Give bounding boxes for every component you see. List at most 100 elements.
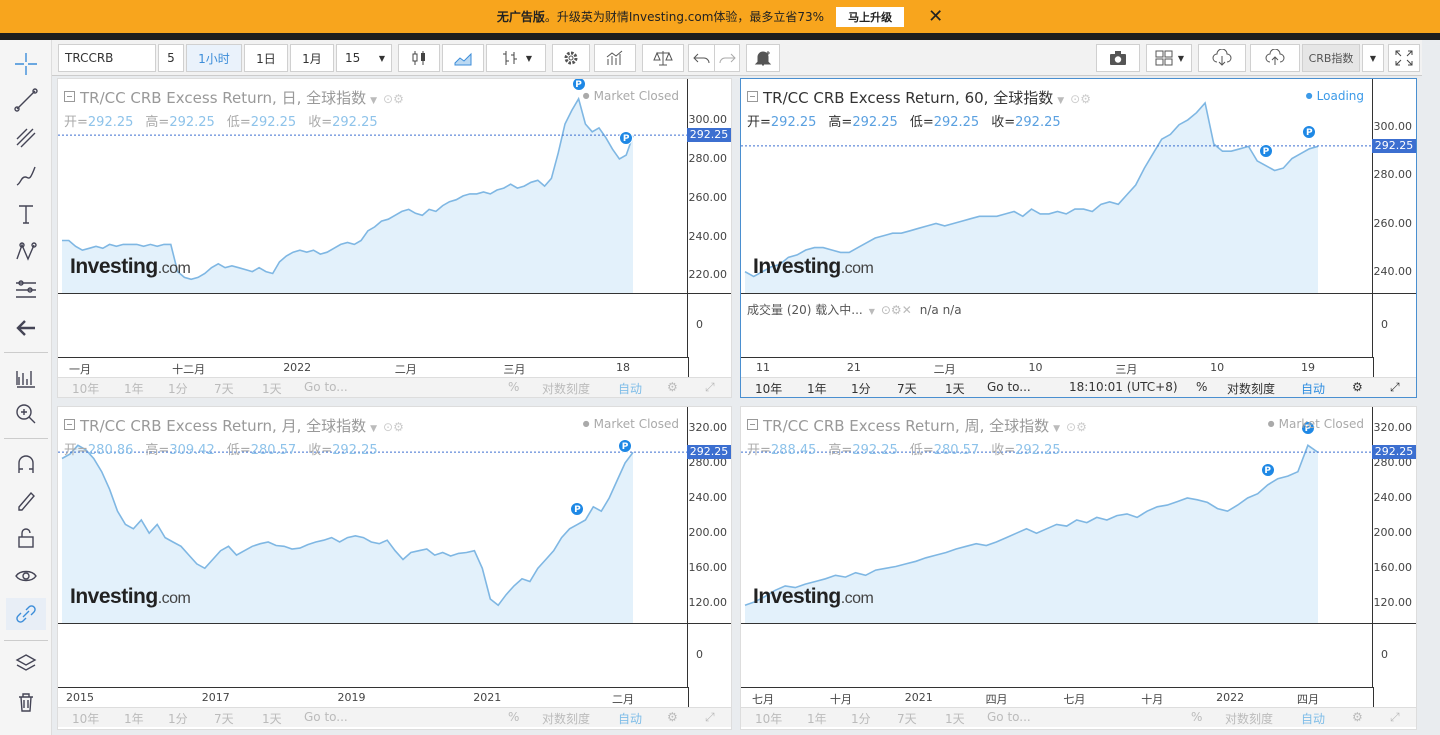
range-button[interactable]: 10年 xyxy=(755,380,782,397)
redo-button[interactable] xyxy=(714,44,740,72)
screenshot-button[interactable] xyxy=(1096,44,1140,72)
measure-icon[interactable] xyxy=(6,362,46,394)
compare-button[interactable] xyxy=(642,44,684,72)
timeframe-dropdown[interactable]: 15 ▼ xyxy=(336,44,392,72)
time-scale[interactable]: 2015 2017 2019 2021 二月 xyxy=(58,687,689,707)
save-button[interactable] xyxy=(1250,44,1300,72)
range-button[interactable]: 1年 xyxy=(807,710,827,727)
range-button[interactable]: 7天 xyxy=(897,380,917,397)
collapse-icon[interactable] xyxy=(747,91,758,102)
gear-icon[interactable]: ⚙ xyxy=(667,710,678,724)
range-button[interactable]: Go to... xyxy=(304,380,348,394)
undo-button[interactable] xyxy=(688,44,714,72)
expand-icon[interactable]: ⤢ xyxy=(1390,380,1400,395)
gear-icon[interactable]: ⚙ xyxy=(1352,380,1363,394)
range-button[interactable]: 10年 xyxy=(72,380,99,397)
price-scale[interactable]: 300.00 280.00 260.00 240.00 220.00 0 292.25 xyxy=(687,79,731,357)
range-button[interactable]: 1分 xyxy=(168,380,188,397)
range-button[interactable]: 对数刻度 xyxy=(542,710,590,727)
pane-separator[interactable] xyxy=(58,623,731,624)
pane-title[interactable]: TR/CC CRB Excess Return, 日, 全球指数 ▼ ⊙⚙ xyxy=(64,87,404,108)
range-button[interactable]: 对数刻度 xyxy=(542,380,590,397)
time-scale[interactable]: 11 21 二月 10 三月 10 19 xyxy=(741,357,1374,377)
link-icon[interactable] xyxy=(6,598,46,630)
pitchfork-icon[interactable] xyxy=(6,122,46,154)
range-button[interactable]: 1天 xyxy=(945,710,965,727)
expand-icon[interactable]: ⤢ xyxy=(705,710,715,725)
range-button[interactable]: 自动 xyxy=(1301,380,1325,397)
chevron-down-icon[interactable]: ▼ xyxy=(370,96,377,106)
chevron-down-icon[interactable]: ▼ xyxy=(1053,424,1060,434)
alert-button[interactable] xyxy=(746,44,780,72)
range-button[interactable]: 7天 xyxy=(214,380,234,397)
range-button[interactable]: 1分 xyxy=(168,710,188,727)
time-scale[interactable]: 一月 十二月 2022 二月 三月 18 xyxy=(58,357,689,377)
collapse-icon[interactable] xyxy=(64,91,75,102)
chart-pane-4[interactable]: P P TR/CC CRB Excess Return, 周, 全球指数 ▼ ⊙⚙ 开=2… xyxy=(740,406,1417,730)
compare-dropdown[interactable]: ▼ xyxy=(1362,44,1384,72)
range-button[interactable]: 1年 xyxy=(124,380,144,397)
trash-icon[interactable] xyxy=(6,686,46,718)
fullscreen-button[interactable] xyxy=(1388,44,1420,72)
range-button[interactable]: 1年 xyxy=(807,380,827,397)
settings-icon[interactable]: ⊙⚙ xyxy=(1070,92,1091,106)
range-button[interactable]: % xyxy=(508,380,519,394)
settings-icon[interactable]: ⊙⚙ xyxy=(383,420,404,434)
bar-type-dropdown[interactable]: ▼ xyxy=(486,44,546,72)
magnet-icon[interactable] xyxy=(6,448,46,480)
range-button[interactable]: 1天 xyxy=(945,380,965,397)
back-arrow-icon[interactable] xyxy=(6,312,46,344)
brush-icon[interactable] xyxy=(6,160,46,192)
settings-button[interactable] xyxy=(552,44,590,72)
collapse-icon[interactable] xyxy=(747,419,758,430)
pane-separator[interactable] xyxy=(741,623,1416,624)
range-button[interactable]: % xyxy=(1191,710,1202,724)
range-button[interactable]: 自动 xyxy=(618,710,642,727)
range-button[interactable]: 1年 xyxy=(124,710,144,727)
range-button[interactable]: % xyxy=(1196,380,1207,394)
range-button[interactable]: Go to... xyxy=(987,380,1031,394)
indicators-button[interactable] xyxy=(594,44,636,72)
text-icon[interactable] xyxy=(6,198,46,230)
pane-separator[interactable] xyxy=(741,293,1416,294)
event-marker[interactable]: P xyxy=(618,438,633,453)
range-button[interactable]: 7天 xyxy=(214,710,234,727)
fib-icon[interactable] xyxy=(6,274,46,306)
pane-title[interactable]: TR/CC CRB Excess Return, 月, 全球指数 ▼ ⊙⚙ xyxy=(64,415,404,436)
chart-pane-1[interactable]: P P TR/CC CRB Excess Return, 日, 全球指数 ▼ ⊙⚙ 开=2… xyxy=(57,78,732,398)
range-button[interactable]: 10年 xyxy=(72,710,99,727)
gear-icon[interactable]: ⚙ xyxy=(1352,710,1363,724)
expand-icon[interactable]: ⤢ xyxy=(705,380,715,395)
symbol-input[interactable]: TRCCRB xyxy=(58,44,156,72)
chevron-down-icon[interactable]: ▼ xyxy=(1057,96,1064,106)
range-button[interactable]: 对数刻度 xyxy=(1225,710,1273,727)
range-button[interactable]: Go to... xyxy=(987,710,1031,724)
pane-separator[interactable] xyxy=(58,293,731,294)
time-scale[interactable]: 七月 十月 2021 四月 七月 十月 2022 四月 xyxy=(741,687,1374,707)
timeframe-1h-button[interactable]: 1小时 xyxy=(186,44,242,72)
layers-icon[interactable] xyxy=(6,648,46,680)
compare-symbol[interactable]: CRB指数 xyxy=(1302,44,1360,72)
chart-pane-2[interactable]: P P TR/CC CRB Excess Return, 60, 全球指数 ▼ ⊙⚙ 开=… xyxy=(740,78,1417,398)
price-scale[interactable]: 300.00 280.00 260.00 240.00 0 292.25 xyxy=(1372,79,1416,357)
eye-icon[interactable] xyxy=(6,560,46,592)
zoom-icon[interactable] xyxy=(6,398,46,430)
event-marker[interactable]: P xyxy=(1260,462,1275,477)
range-button[interactable]: 1分 xyxy=(851,710,871,727)
expand-icon[interactable]: ⤢ xyxy=(1390,710,1400,725)
unlock-icon[interactable] xyxy=(6,522,46,554)
area-chart-button[interactable] xyxy=(442,44,484,72)
lock-drawing-icon[interactable] xyxy=(6,484,46,516)
settings-icon[interactable]: ⊙⚙ xyxy=(383,92,404,106)
range-button[interactable]: 对数刻度 xyxy=(1227,380,1275,397)
chart-pane-3[interactable]: P P TR/CC CRB Excess Return, 月, 全球指数 ▼ ⊙⚙ 开=2… xyxy=(57,406,732,730)
chevron-down-icon[interactable]: ▼ xyxy=(370,424,377,434)
collapse-icon[interactable] xyxy=(64,419,75,430)
gear-icon[interactable]: ⚙ xyxy=(667,380,678,394)
range-button[interactable]: Go to... xyxy=(304,710,348,724)
crosshair-icon[interactable] xyxy=(6,48,46,80)
interval-count[interactable]: 5 xyxy=(158,44,184,72)
volume-settings-icon[interactable]: ⊙⚙✕ xyxy=(881,303,912,317)
timeframe-1d-button[interactable]: 1日 xyxy=(244,44,288,72)
event-marker[interactable]: P xyxy=(1258,143,1273,158)
